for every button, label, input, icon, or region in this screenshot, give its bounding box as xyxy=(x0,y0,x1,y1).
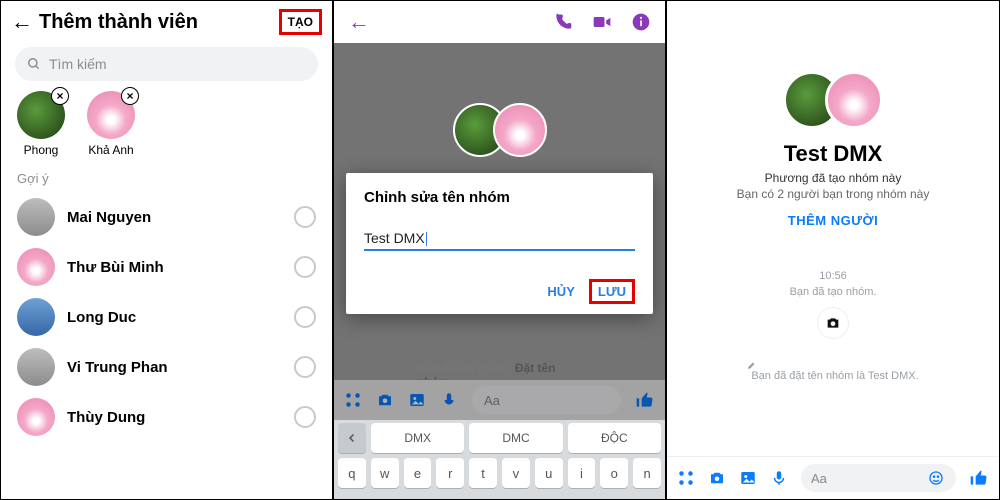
keyboard-key[interactable]: r xyxy=(436,458,464,488)
system-message: Bạn đã đặt tên nhóm là Test DMX. xyxy=(747,360,918,382)
contact-name: Vi Trung Phan xyxy=(67,359,294,376)
panel-add-members: ← Thêm thành viên TẠO Tìm kiếm × Phong ×… xyxy=(0,0,333,500)
contact-name: Thùy Dung xyxy=(67,409,294,426)
message-input[interactable]: Aa xyxy=(801,464,956,492)
back-icon[interactable]: ← xyxy=(348,9,370,35)
keyboard-key[interactable]: q xyxy=(338,458,366,488)
contact-name: Long Duc xyxy=(67,309,294,326)
avatar xyxy=(17,298,55,336)
select-radio[interactable] xyxy=(294,306,316,328)
call-icon[interactable] xyxy=(553,12,573,32)
image-icon[interactable] xyxy=(739,469,757,487)
create-button[interactable]: TẠO xyxy=(279,9,322,35)
keyboard-key[interactable]: u xyxy=(535,458,563,488)
keyboard-key[interactable]: t xyxy=(469,458,497,488)
avatar xyxy=(17,398,55,436)
back-icon[interactable]: ← xyxy=(11,9,33,35)
created-by-text: Phương đã tạo nhóm này xyxy=(765,171,902,185)
camera-icon[interactable] xyxy=(818,308,848,338)
group-avatar-pair[interactable] xyxy=(783,71,883,129)
contact-name: Mai Nguyen xyxy=(67,209,294,226)
info-icon[interactable] xyxy=(631,12,651,32)
selected-chip[interactable]: × Khả Anh xyxy=(87,91,135,157)
suggestion-row[interactable]: Vi Trung Phan xyxy=(1,342,332,392)
mic-icon[interactable] xyxy=(440,391,458,409)
chat-header: ← xyxy=(334,1,665,43)
keyboard-key[interactable]: w xyxy=(371,458,399,488)
save-button[interactable]: LƯU xyxy=(598,284,626,299)
contact-name: Thư Bùi Minh xyxy=(67,259,294,276)
keyboard-key[interactable]: i xyxy=(568,458,596,488)
suggestion-row[interactable]: Mai Nguyen xyxy=(1,192,332,242)
composer: Aa xyxy=(334,380,665,420)
page-title: Thêm thành viên xyxy=(39,11,279,34)
search-input[interactable]: Tìm kiếm xyxy=(15,47,318,81)
group-name-input[interactable]: Test DMX xyxy=(364,230,635,251)
video-icon[interactable] xyxy=(591,12,613,32)
avatar xyxy=(17,248,55,286)
panel-rename-dialog: ← Chỉnh sửa tên nhóm Test DMX HỦY LƯU Bạ… xyxy=(333,0,666,500)
avatar: × xyxy=(17,91,65,139)
suggestions-heading: Gợi ý xyxy=(1,167,332,192)
keyboard-suggestion[interactable]: DMX xyxy=(371,423,464,453)
remove-icon[interactable]: × xyxy=(51,87,69,105)
composer: Aa xyxy=(667,456,999,499)
keyboard-chevron-icon[interactable] xyxy=(338,423,366,453)
selected-members: × Phong × Khả Anh xyxy=(1,91,332,167)
keyboard-key[interactable]: n xyxy=(633,458,661,488)
chip-label: Khả Anh xyxy=(88,143,133,157)
keyboard-suggestion[interactable]: DMC xyxy=(469,423,562,453)
system-message: Bạn đã tạo nhóm. xyxy=(790,286,877,298)
message-input[interactable]: Aa xyxy=(472,386,621,414)
keyboard-key[interactable]: e xyxy=(404,458,432,488)
search-placeholder: Tìm kiếm xyxy=(49,56,107,72)
dialog-title: Chỉnh sửa tên nhóm xyxy=(364,189,635,206)
mic-icon[interactable] xyxy=(770,469,788,487)
emoji-icon[interactable] xyxy=(928,470,944,486)
search-icon xyxy=(27,57,41,71)
suggestion-row[interactable]: Long Duc xyxy=(1,292,332,342)
image-icon[interactable] xyxy=(408,391,426,409)
like-icon[interactable] xyxy=(969,468,989,488)
camera-icon[interactable] xyxy=(708,469,726,487)
apps-icon[interactable] xyxy=(344,391,362,409)
keyboard-suggestion[interactable]: ĐỘC xyxy=(568,423,661,453)
chip-label: Phong xyxy=(24,143,59,157)
select-radio[interactable] xyxy=(294,206,316,228)
keyboard[interactable]: DMX DMC ĐỘC q w e r t v u i o n xyxy=(334,420,665,499)
select-radio[interactable] xyxy=(294,356,316,378)
header: ← Thêm thành viên TẠO xyxy=(1,1,332,41)
like-icon[interactable] xyxy=(635,390,655,410)
select-radio[interactable] xyxy=(294,406,316,428)
add-people-button[interactable]: THÊM NGƯỜI xyxy=(788,213,878,228)
friends-count-text: Bạn có 2 người bạn trong nhóm này xyxy=(737,187,930,201)
select-radio[interactable] xyxy=(294,256,316,278)
suggestion-row[interactable]: Thùy Dung xyxy=(1,392,332,442)
rename-dialog: Chỉnh sửa tên nhóm Test DMX HỦY LƯU xyxy=(346,173,653,314)
panel-group-created: Test DMX Phương đã tạo nhóm này Bạn có 2… xyxy=(666,0,1000,500)
timestamp: 10:56 xyxy=(819,270,847,282)
keyboard-key[interactable]: v xyxy=(502,458,530,488)
avatar xyxy=(17,198,55,236)
pencil-icon xyxy=(747,360,918,370)
avatar: × xyxy=(87,91,135,139)
keyboard-key[interactable]: o xyxy=(600,458,628,488)
avatar xyxy=(17,348,55,386)
camera-icon[interactable] xyxy=(376,391,394,409)
apps-icon[interactable] xyxy=(677,469,695,487)
group-avatar-pair xyxy=(453,103,547,157)
suggestion-row[interactable]: Thư Bùi Minh xyxy=(1,242,332,292)
group-name: Test DMX xyxy=(784,141,883,167)
selected-chip[interactable]: × Phong xyxy=(17,91,65,157)
cancel-button[interactable]: HỦY xyxy=(541,280,580,303)
remove-icon[interactable]: × xyxy=(121,87,139,105)
